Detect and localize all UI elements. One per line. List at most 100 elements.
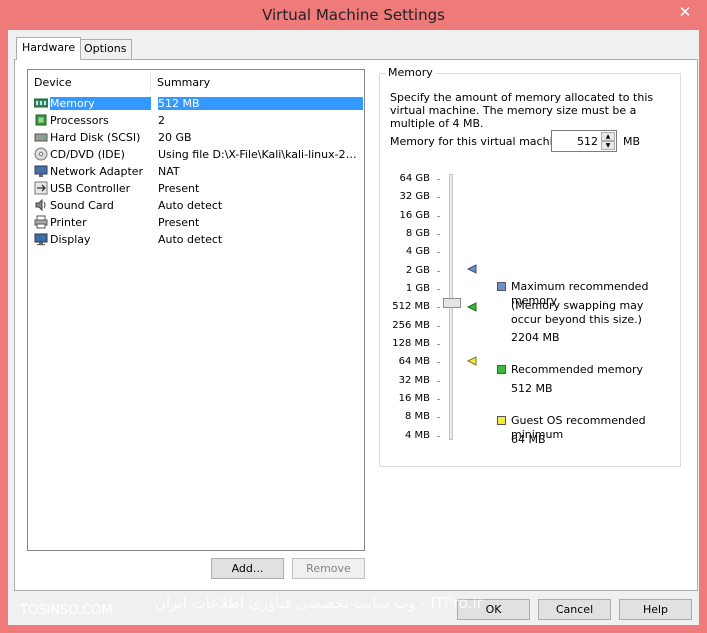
spin-down-arrow-icon[interactable]: ▼ (601, 141, 615, 150)
device-name: Printer (50, 216, 87, 229)
max-recommended-note: (Memory swapping may occur beyond this s… (511, 299, 644, 326)
device-list[interactable]: Device Summary Memory 512 MB Processors … (27, 69, 365, 551)
device-row-usb-controller[interactable]: USB Controller Present (32, 180, 362, 197)
scale-label-16gb: 16 GB (399, 210, 430, 221)
max-recommended-legend-icon (497, 282, 506, 291)
device-name: Network Adapter (50, 165, 144, 178)
scale-label-4gb: 4 GB (405, 246, 430, 257)
scale-label-64mb: 64 MB (398, 356, 430, 367)
recommended-legend-icon (497, 365, 506, 374)
memory-unit-label: MB (623, 135, 641, 148)
device-summary: Auto detect (158, 233, 223, 246)
title-bar[interactable]: Virtual Machine Settings ✕ (0, 0, 707, 30)
watermark-left: TOSINSO.COM (20, 603, 113, 618)
device-name: Sound Card (50, 199, 114, 212)
memory-spinbox[interactable]: 512 ▲ ▼ (551, 130, 617, 152)
add-device-button[interactable]: Add... (211, 558, 284, 579)
close-button[interactable]: ✕ (675, 3, 695, 21)
device-summary: Present (158, 182, 200, 195)
scale-label-16mb: 16 MB (398, 393, 430, 404)
network-adapter-icon (34, 165, 48, 177)
tab-hardware[interactable]: Hardware (16, 37, 82, 60)
minimum-marker-icon (467, 356, 477, 366)
usb-icon (34, 181, 48, 195)
window-title: Virtual Machine Settings (262, 6, 445, 24)
column-separator[interactable] (150, 72, 151, 92)
device-name: Processors (50, 114, 109, 127)
scale-tick (437, 271, 440, 272)
scale-tick (437, 252, 440, 253)
device-row-memory[interactable]: Memory 512 MB (32, 95, 363, 112)
device-summary: Using file D:\X-File\Kali\kali-linux-201… (158, 148, 358, 161)
spin-up-arrow-icon[interactable]: ▲ (601, 132, 615, 141)
memory-value[interactable]: 512 (577, 135, 598, 148)
device-name: Hard Disk (SCSI) (50, 131, 141, 144)
device-summary: Auto detect (158, 199, 223, 212)
device-summary: Present (158, 216, 200, 229)
minimum-value: 64 MB (511, 433, 546, 446)
scale-tick (437, 381, 440, 382)
scale-tick (437, 197, 440, 198)
scale-tick (437, 417, 440, 418)
scale-label-2gb: 2 GB (405, 265, 430, 276)
device-name: Display (50, 233, 91, 246)
scale-label-8gb: 8 GB (405, 228, 430, 239)
device-name: Memory (50, 97, 151, 110)
memory-slider-thumb[interactable] (443, 298, 461, 308)
memory-group-box: Memory Specify the amount of memory allo… (379, 66, 681, 467)
column-header-device[interactable]: Device (34, 76, 72, 89)
device-name: CD/DVD (IDE) (50, 148, 125, 161)
scale-label-64gb: 64 GB (399, 173, 430, 184)
scale-tick (437, 234, 440, 235)
scale-tick (437, 326, 440, 327)
watermark-center: وب سایت تخصصی فناوری اطلاعات ایران - ITP… (155, 594, 483, 612)
scale-label-8mb: 8 MB (404, 411, 430, 422)
dialog-client-area: Hardware Options Device Summary Memory 5… (8, 30, 699, 625)
printer-icon (34, 215, 48, 229)
memory-icon (34, 98, 48, 108)
device-list-header: Device Summary (28, 70, 364, 94)
memory-group-title: Memory (386, 66, 435, 79)
device-summary: 20 GB (158, 131, 192, 144)
device-summary: 512 MB (158, 97, 363, 110)
scale-label-128mb: 128 MB (392, 338, 430, 349)
scale-tick (437, 289, 440, 290)
processor-icon (35, 114, 47, 126)
hard-disk-icon (34, 133, 48, 142)
device-row-network-adapter[interactable]: Network Adapter NAT (32, 163, 362, 180)
device-row-printer[interactable]: Printer Present (32, 214, 362, 231)
scale-label-4mb: 4 MB (404, 430, 430, 441)
scale-tick (437, 436, 440, 437)
scale-tick (437, 399, 440, 400)
max-recommended-marker-icon (467, 264, 477, 274)
cancel-button[interactable]: Cancel (538, 599, 611, 620)
hardware-tab-panel: Device Summary Memory 512 MB Processors … (14, 59, 698, 591)
column-header-summary[interactable]: Summary (157, 76, 210, 89)
scale-label-1gb: 1 GB (405, 283, 430, 294)
device-summary: NAT (158, 165, 180, 178)
device-row-hard-disk[interactable]: Hard Disk (SCSI) 20 GB (32, 129, 362, 146)
minimum-legend-icon (497, 416, 506, 425)
device-row-cd-dvd[interactable]: CD/DVD (IDE) Using file D:\X-File\Kali\k… (32, 146, 362, 163)
scale-label-32gb: 32 GB (399, 191, 430, 202)
help-button[interactable]: Help (619, 599, 692, 620)
device-name: USB Controller (50, 182, 131, 195)
memory-description: Specify the amount of memory allocated t… (390, 91, 654, 130)
memory-field-label: Memory for this virtual machine: (390, 135, 571, 148)
scale-tick (437, 216, 440, 217)
recommended-value: 512 MB (511, 382, 553, 395)
device-row-sound-card[interactable]: Sound Card Auto detect (32, 197, 362, 214)
max-recommended-value: 2204 MB (511, 331, 560, 344)
scale-label-32mb: 32 MB (398, 375, 430, 386)
scale-tick (437, 344, 440, 345)
tab-options[interactable]: Options (78, 39, 133, 59)
device-row-display[interactable]: Display Auto detect (32, 231, 362, 248)
device-summary: 2 (158, 114, 165, 127)
device-row-processors[interactable]: Processors 2 (32, 112, 362, 129)
scale-label-256mb: 256 MB (392, 320, 430, 331)
display-icon (34, 233, 48, 246)
virtual-machine-settings-window: Virtual Machine Settings ✕ Hardware Opti… (0, 0, 707, 633)
recommended-marker-icon (467, 302, 477, 312)
scale-tick (437, 362, 440, 363)
remove-device-button[interactable]: Remove (292, 558, 365, 579)
